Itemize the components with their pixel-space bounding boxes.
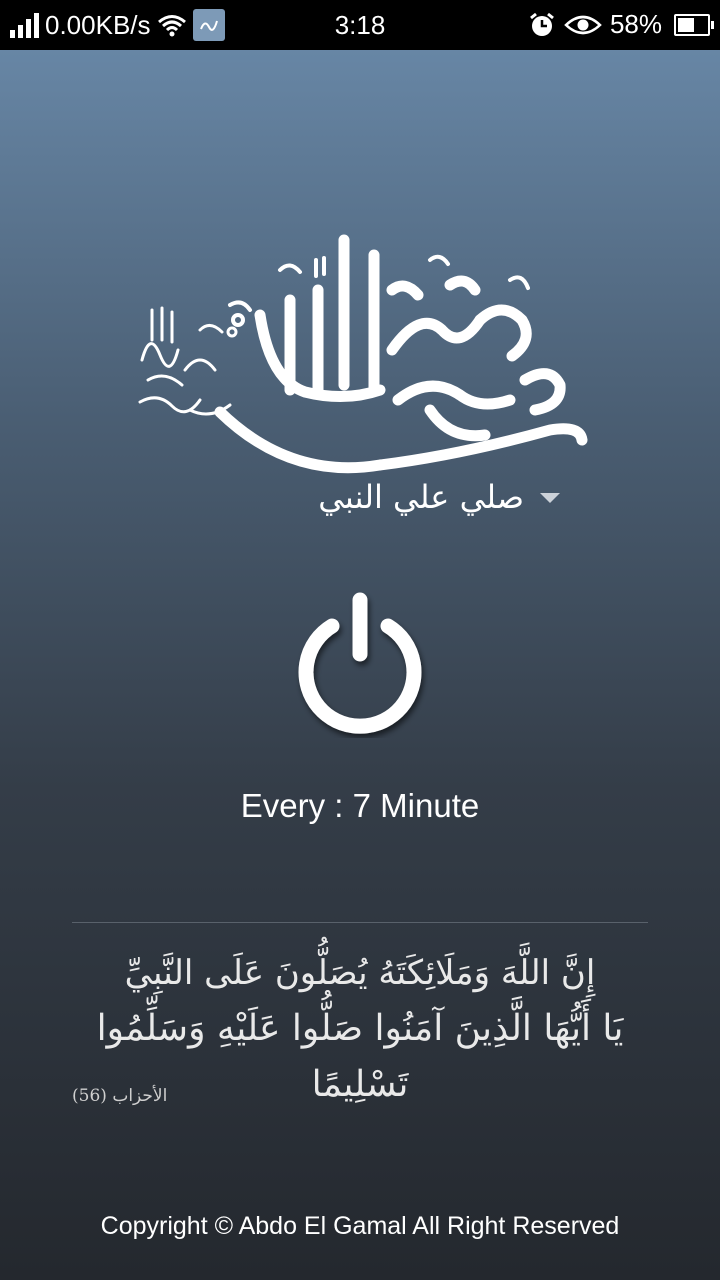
app-notification-icon [192, 9, 225, 41]
muhammad-rasul-allah-calligraphy-icon [138, 234, 588, 474]
status-right: 58% [528, 9, 714, 40]
signal-icon [10, 12, 39, 38]
power-toggle-button[interactable] [280, 578, 440, 738]
verse-reference: الأحزاب (56) [72, 1086, 168, 1106]
interval-label: Every : 7 Minute [240, 787, 480, 824]
eye-icon [564, 15, 602, 34]
dropdown-arrow-icon [540, 493, 560, 503]
dhikr-selector-value: صلي علي النبي [318, 478, 524, 516]
network-speed: 0.00KB/s [45, 9, 151, 40]
battery-icon [674, 13, 714, 36]
divider [72, 922, 648, 923]
alarm-icon [530, 12, 554, 36]
battery-percent: 58% [609, 9, 662, 39]
wifi-icon [157, 15, 186, 37]
copyright-text: Copyright © Abdo El Gamal All Right Rese… [100, 1212, 620, 1240]
status-bar: 0.00KB/s 3:18 58% [0, 0, 720, 50]
power-icon [298, 592, 422, 734]
app-screen: صلي علي النبي Every : 7 Minute إِنَّ الل… [0, 50, 720, 1280]
battery-fill [678, 17, 695, 32]
status-left: 0.00KB/s [10, 9, 225, 41]
dhikr-selector[interactable]: صلي علي النبي [290, 475, 560, 519]
verse-line-1: إِنَّ اللَّهَ وَمَلَائِكَتَهُ يُصَلُّونَ… [124, 953, 596, 993]
